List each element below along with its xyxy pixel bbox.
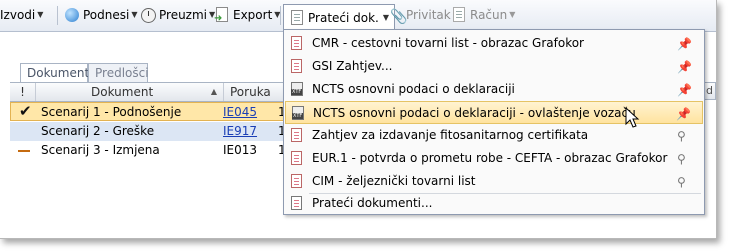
- toolbar-divider: [57, 6, 58, 25]
- export-icon: [214, 7, 230, 29]
- clock-icon: [140, 7, 156, 23]
- racun-button[interactable]: Račun ▼: [451, 5, 515, 25]
- podnesi-button[interactable]: Podnesi ▼: [64, 5, 138, 25]
- table-row[interactable]: Scenarij 3 - Izmjena IE013 1: [10, 141, 286, 160]
- column-header-poruka[interactable]: Poruka: [224, 83, 284, 101]
- pin-icon[interactable]: 📌: [677, 82, 693, 98]
- menu-item-label: CIM - željeznički tovarni list: [312, 174, 476, 188]
- check-icon: ✔: [19, 102, 32, 120]
- tab-predlosci[interactable]: Predlošci: [88, 63, 149, 82]
- menu-item-eur1[interactable]: EUR.1 - potvrda o prometu robe - CEFTA -…: [285, 147, 703, 170]
- menu-item-label: EUR.1 - potvrda o prometu robe - CEFTA -…: [312, 151, 668, 165]
- xtf-document-icon: [290, 106, 306, 122]
- menu-item-label: Zahtjev za izdavanje fitosanitarnog cert…: [312, 128, 589, 142]
- paperclip-icon: 📎: [390, 9, 408, 25]
- prateci-dok-button[interactable]: Prateći dok. ▼: [283, 4, 396, 30]
- unpinned-icon[interactable]: ⚲: [677, 151, 693, 167]
- row-document: Scenarij 2 - Greške: [41, 124, 155, 138]
- menu-item-label: CMR - cestovni tovarni list - obrazac Gr…: [312, 36, 584, 50]
- menu-item-gsi[interactable]: GSI Zahtjev... 📌: [285, 55, 703, 78]
- menu-item-label: NCTS osnovni podaci o deklaraciji: [312, 82, 515, 96]
- chevron-down-icon: ▼: [37, 10, 44, 19]
- column-header-dokument-label: Dokument: [91, 85, 154, 99]
- export-button[interactable]: Export ▼: [214, 5, 280, 29]
- documents-icon: [289, 196, 305, 212]
- export-label: Export: [233, 8, 273, 22]
- chevron-down-icon: ▼: [131, 10, 138, 19]
- toolbar-divider: [280, 6, 281, 25]
- menu-item-label: GSI Zahtjev...: [312, 59, 393, 73]
- document-icon: [451, 7, 467, 23]
- privitak-button[interactable]: 📎 Privitak: [387, 5, 451, 25]
- edit-status-icon: [18, 150, 30, 152]
- tab-dokumenti[interactable]: Dokumenti: [20, 63, 92, 82]
- column-header-status[interactable]: !: [10, 83, 36, 101]
- pin-icon[interactable]: 📌: [676, 106, 692, 122]
- preuzmi-label: Preuzmi: [159, 8, 208, 22]
- xtf-document-icon: [289, 82, 305, 98]
- menu-item-cmr[interactable]: CMR - cestovni tovarni list - obrazac Gr…: [285, 32, 703, 55]
- pin-icon[interactable]: 📌: [677, 36, 693, 52]
- grid-header: ! Dokument ▲ Poruka: [10, 83, 284, 102]
- pdf-document-icon: [289, 174, 305, 190]
- column-header-dokument[interactable]: Dokument ▲: [36, 83, 224, 101]
- toolbar: Izvodi ▼ Podnesi ▼ Preuzmi ▼ Export ▼ Pr…: [0, 0, 716, 32]
- pdf-document-icon: [289, 151, 305, 167]
- sort-ascending-icon: ▲: [210, 87, 217, 96]
- documents-grid: ! Dokument ▲ Poruka ✔ Scenarij 1 - Podno…: [10, 82, 286, 233]
- privitak-label: Privitak: [406, 8, 451, 22]
- menu-item-cim[interactable]: CIM - željeznički tovarni list ⚲: [285, 170, 703, 193]
- pdf-document-icon: [289, 128, 305, 144]
- table-row[interactable]: ✔ Scenarij 1 - Podnošenje IE045 1: [10, 102, 286, 122]
- menu-item-prateci-dokumenti[interactable]: Prateći dokumenti...: [285, 192, 703, 215]
- podnesi-label: Podnesi: [83, 8, 130, 22]
- menu-item-label: Prateći dokumenti...: [312, 196, 433, 210]
- pdf-document-icon: [289, 59, 305, 75]
- row-message-link[interactable]: IE917: [223, 122, 257, 141]
- menu-item-ncts[interactable]: NCTS osnovni podaci o deklaraciji 📌: [285, 78, 703, 101]
- preuzmi-button[interactable]: Preuzmi ▼: [140, 5, 215, 25]
- table-row[interactable]: Scenarij 2 - Greške IE917 1: [10, 122, 286, 141]
- izvodi-label: Izvodi: [0, 8, 36, 22]
- unpinned-icon[interactable]: ⚲: [677, 174, 693, 190]
- prateci-dokumenti-menu: CMR - cestovni tovarni list - obrazac Gr…: [283, 29, 705, 215]
- row-message-link[interactable]: IE045: [223, 103, 257, 122]
- mouse-cursor-icon: [625, 107, 640, 128]
- prateci-dok-label: Prateći dok.: [308, 10, 379, 25]
- globe-icon: [64, 7, 80, 23]
- row-message: IE013: [223, 143, 258, 157]
- racun-label: Račun: [470, 8, 508, 22]
- chevron-down-icon: ▼: [509, 10, 516, 19]
- row-document: Scenarij 3 - Izmjena: [41, 143, 160, 157]
- unpinned-icon[interactable]: ⚲: [677, 128, 693, 144]
- pdf-document-icon: [289, 36, 305, 52]
- row-document: Scenarij 1 - Podnošenje: [41, 105, 182, 119]
- document-icon: [289, 9, 305, 26]
- pin-icon[interactable]: 📌: [677, 59, 693, 75]
- application-window: Izvodi ▼ Podnesi ▼ Preuzmi ▼ Export ▼ Pr…: [0, 0, 717, 239]
- menu-item-label: NCTS osnovni podaci o deklaraciji - ovla…: [313, 106, 636, 120]
- izvodi-button[interactable]: Izvodi ▼: [0, 5, 43, 25]
